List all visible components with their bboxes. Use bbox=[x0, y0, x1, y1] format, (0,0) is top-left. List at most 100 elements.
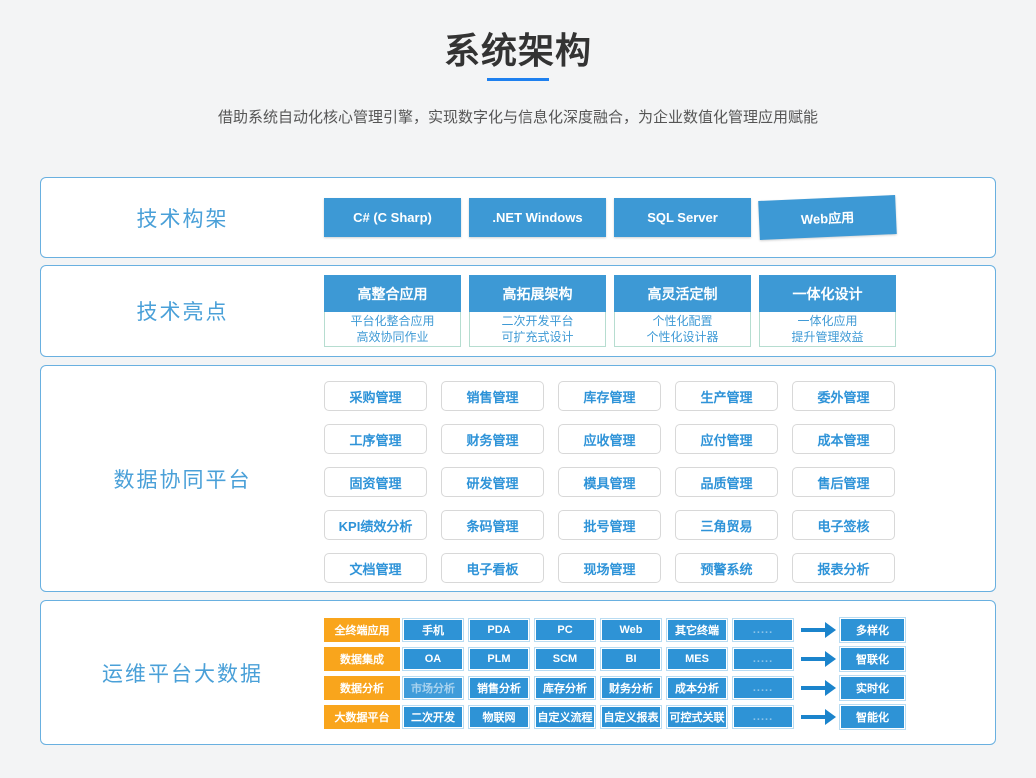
module-button[interactable]: 批号管理 bbox=[558, 510, 661, 540]
ops-category-button[interactable]: 大数据平台 bbox=[324, 705, 400, 729]
module-button[interactable]: 研发管理 bbox=[441, 467, 544, 497]
ops-item-button[interactable]: PLM bbox=[469, 648, 529, 670]
tech-framework-buttons: C# (C Sharp) .NET Windows SQL Server Web… bbox=[324, 178, 995, 257]
highlight-card-title: 高拓展架构 bbox=[469, 275, 606, 312]
page-subtitle: 借助系统自动化核心管理引擎，实现数字化与信息化深度融合，为企业数值化管理应用赋能 bbox=[0, 106, 1036, 127]
ops-item-button[interactable]: 其它终端 bbox=[667, 619, 727, 641]
module-button[interactable]: 条码管理 bbox=[441, 510, 544, 540]
ops-result-button[interactable]: 智联化 bbox=[840, 647, 905, 671]
ops-item-button[interactable]: PC bbox=[535, 619, 595, 641]
module-button[interactable]: 工序管理 bbox=[324, 424, 427, 454]
highlight-card-line: 提升管理效益 bbox=[791, 329, 863, 345]
ops-platform-rows: 全终端应用 手机 PDA PC Web 其它终端 ..... 多样化 数据集成 … bbox=[324, 601, 995, 744]
ops-item-button[interactable]: 财务分析 bbox=[601, 677, 661, 699]
tech-highlight-cards: 高整合应用 平台化整合应用 高效协同作业 高拓展架构 二次开发平台 可扩充式设计 bbox=[324, 266, 995, 356]
ops-item-button[interactable]: ..... bbox=[733, 677, 793, 699]
highlight-card: 一体化设计 一体化应用 提升管理效益 bbox=[759, 275, 896, 347]
highlight-card-line: 个性化配置 bbox=[652, 313, 712, 329]
highlight-card: 高灵活定制 个性化配置 个性化设计器 bbox=[614, 275, 751, 347]
ops-item-button[interactable]: 可控式关联 bbox=[667, 706, 727, 728]
highlight-card-line: 一体化应用 bbox=[797, 313, 857, 329]
module-button[interactable]: 电子看板 bbox=[441, 553, 544, 583]
ops-item-button[interactable]: OA bbox=[403, 648, 463, 670]
highlight-card-line: 高效协同作业 bbox=[356, 329, 428, 345]
module-button[interactable]: 采购管理 bbox=[324, 381, 427, 411]
ops-category-button[interactable]: 数据分析 bbox=[324, 676, 400, 700]
ops-item-button[interactable]: BI bbox=[601, 648, 661, 670]
ops-item-button[interactable]: 销售分析 bbox=[469, 677, 529, 699]
ops-item-button[interactable]: 自定义流程 bbox=[535, 706, 595, 728]
section-label-tech-framework: 技术构架 bbox=[41, 178, 324, 257]
ops-result-button[interactable]: 实时化 bbox=[840, 676, 905, 700]
right-arrow-icon bbox=[799, 676, 837, 700]
module-button[interactable]: 库存管理 bbox=[558, 381, 661, 411]
ops-item-button[interactable]: PDA bbox=[469, 619, 529, 641]
section-label-tech-highlights: 技术亮点 bbox=[41, 266, 324, 356]
page: 系统架构 借助系统自动化核心管理引擎，实现数字化与信息化深度融合，为企业数值化管… bbox=[0, 0, 1036, 778]
module-button[interactable]: 委外管理 bbox=[792, 381, 895, 411]
modules-grid: 采购管理 销售管理 库存管理 生产管理 委外管理 工序管理 财务管理 应收管理 … bbox=[324, 381, 904, 583]
tech-framework-button[interactable]: C# (C Sharp) bbox=[324, 198, 461, 237]
module-button[interactable]: 应收管理 bbox=[558, 424, 661, 454]
title-divider bbox=[487, 78, 549, 81]
ops-item-button[interactable]: Web bbox=[601, 619, 661, 641]
highlight-card-body: 二次开发平台 可扩充式设计 bbox=[469, 312, 606, 347]
ops-item-button[interactable]: 自定义报表 bbox=[601, 706, 661, 728]
section-label-ops-platform: 运维平台大数据 bbox=[41, 601, 324, 744]
module-button[interactable]: 三角贸易 bbox=[675, 510, 778, 540]
section-label-data-platform: 数据协同平台 bbox=[41, 366, 324, 591]
highlight-card: 高拓展架构 二次开发平台 可扩充式设计 bbox=[469, 275, 606, 347]
ops-row: 大数据平台 二次开发 物联网 自定义流程 自定义报表 可控式关联 ..... 智… bbox=[324, 705, 995, 729]
highlight-card-line: 可扩充式设计 bbox=[501, 329, 573, 345]
ops-result-button[interactable]: 多样化 bbox=[840, 618, 905, 642]
module-button[interactable]: 文档管理 bbox=[324, 553, 427, 583]
module-button[interactable]: 现场管理 bbox=[558, 553, 661, 583]
module-button[interactable]: 品质管理 bbox=[675, 467, 778, 497]
highlight-card: 高整合应用 平台化整合应用 高效协同作业 bbox=[324, 275, 461, 347]
ops-item-button[interactable]: 物联网 bbox=[469, 706, 529, 728]
module-button[interactable]: 应付管理 bbox=[675, 424, 778, 454]
ops-item-button[interactable]: 二次开发 bbox=[403, 706, 463, 728]
ops-item-button[interactable]: MES bbox=[667, 648, 727, 670]
data-platform-body: 采购管理 销售管理 库存管理 生产管理 委外管理 工序管理 财务管理 应收管理 … bbox=[324, 366, 995, 591]
module-button[interactable]: 模具管理 bbox=[558, 467, 661, 497]
module-button[interactable]: 固资管理 bbox=[324, 467, 427, 497]
ops-item-button[interactable]: 手机 bbox=[403, 619, 463, 641]
section-tech-highlights: 技术亮点 高整合应用 平台化整合应用 高效协同作业 高拓展架构 二次开发平台 可… bbox=[40, 265, 996, 357]
section-ops-platform: 运维平台大数据 全终端应用 手机 PDA PC Web 其它终端 ..... 多… bbox=[40, 600, 996, 745]
right-arrow-icon bbox=[799, 647, 837, 671]
module-button[interactable]: 电子签核 bbox=[792, 510, 895, 540]
section-data-platform: 数据协同平台 采购管理 销售管理 库存管理 生产管理 委外管理 工序管理 财务管… bbox=[40, 365, 996, 592]
section-tech-framework: 技术构架 C# (C Sharp) .NET Windows SQL Serve… bbox=[40, 177, 996, 258]
module-button[interactable]: 售后管理 bbox=[792, 467, 895, 497]
highlight-card-line: 个性化设计器 bbox=[646, 329, 718, 345]
tech-framework-button[interactable]: SQL Server bbox=[614, 198, 751, 237]
ops-item-button[interactable]: ..... bbox=[733, 619, 793, 641]
module-button[interactable]: 报表分析 bbox=[792, 553, 895, 583]
ops-category-button[interactable]: 全终端应用 bbox=[324, 618, 400, 642]
ops-item-button[interactable]: ..... bbox=[733, 706, 793, 728]
ops-row: 数据分析 市场分析 销售分析 库存分析 财务分析 成本分析 ..... 实时化 bbox=[324, 676, 995, 700]
highlight-card-title: 一体化设计 bbox=[759, 275, 896, 312]
highlight-card-body: 平台化整合应用 高效协同作业 bbox=[324, 312, 461, 347]
ops-category-button[interactable]: 数据集成 bbox=[324, 647, 400, 671]
module-button[interactable]: 销售管理 bbox=[441, 381, 544, 411]
tech-framework-button[interactable]: Web应用 bbox=[758, 195, 897, 240]
ops-row: 数据集成 OA PLM SCM BI MES ..... 智联化 bbox=[324, 647, 995, 671]
ops-result-button[interactable]: 智能化 bbox=[840, 705, 905, 729]
ops-item-button[interactable]: ..... bbox=[733, 648, 793, 670]
module-button[interactable]: 财务管理 bbox=[441, 424, 544, 454]
highlight-card-title: 高灵活定制 bbox=[614, 275, 751, 312]
module-button[interactable]: KPI绩效分析 bbox=[324, 510, 427, 540]
ops-item-button[interactable]: 成本分析 bbox=[667, 677, 727, 699]
ops-item-button[interactable]: 市场分析 bbox=[403, 677, 463, 699]
module-button[interactable]: 预警系统 bbox=[675, 553, 778, 583]
ops-item-button[interactable]: SCM bbox=[535, 648, 595, 670]
module-button[interactable]: 生产管理 bbox=[675, 381, 778, 411]
module-button[interactable]: 成本管理 bbox=[792, 424, 895, 454]
tech-framework-button[interactable]: .NET Windows bbox=[469, 198, 606, 237]
ops-row: 全终端应用 手机 PDA PC Web 其它终端 ..... 多样化 bbox=[324, 618, 995, 642]
highlight-card-body: 个性化配置 个性化设计器 bbox=[614, 312, 751, 347]
ops-item-button[interactable]: 库存分析 bbox=[535, 677, 595, 699]
highlight-card-body: 一体化应用 提升管理效益 bbox=[759, 312, 896, 347]
